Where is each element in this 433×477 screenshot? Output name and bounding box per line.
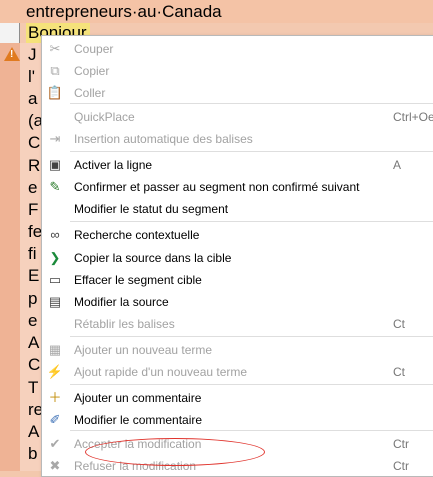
menu-item-shortcut: Ctr [393, 437, 409, 451]
menu-item-modifier-le-commentaire[interactable]: ✐ Modifier le commentaire [42, 409, 433, 431]
add-comment-icon: ＋ [48, 390, 62, 405]
menu-item-label: Modifier le statut du segment [74, 202, 229, 216]
background-text-fragment: l' [28, 67, 36, 86]
background-text-fragment: a [28, 89, 38, 108]
copy-icon: ⧉ [50, 63, 60, 78]
menu-item-shortcut: Ctr [393, 459, 409, 473]
menu-item-label: Ajouter un commentaire [74, 391, 202, 405]
binoculars-icon: ∞ [50, 227, 60, 242]
menu-item-shortcut: Ct [393, 365, 405, 379]
edit-source-icon: ▤ [48, 294, 62, 309]
menu-item-ajout-rapide-d-un-nouveau-terme[interactable]: ⚡ Ajout rapide d'un nouveau terme Ct [42, 361, 433, 383]
edit-comment-icon: ✐ [49, 412, 61, 427]
menu-item-insertion-automatique-des-balises[interactable]: ⇥ Insertion automatique des balises [42, 128, 433, 150]
menu-item-label: Coller [74, 86, 106, 100]
menu-item-copier-la-source-dans-la-cible[interactable]: ❯ Copier la source dans la cible [42, 247, 433, 269]
menu-item-effacer-le-segment-cible[interactable]: ▭ Effacer le segment cible [42, 269, 433, 291]
background-text-fragment: C [28, 133, 41, 152]
accept-change-icon: ✔ [49, 436, 61, 451]
clear-target-icon: ▭ [48, 272, 62, 287]
menu-item-label: Rétablir les balises [74, 317, 175, 331]
background-text-fragment: p [28, 289, 38, 308]
background-text-fragment: J [28, 45, 37, 64]
left-gutter [0, 43, 20, 471]
background-text-fragment: R [28, 156, 41, 175]
context-menu: ✂ Couper ⧉ Copier 📋 Coller QuickPlace Ctrl+Oe ⇥ I… [41, 35, 433, 477]
menu-item-label: Modifier la source [74, 295, 169, 309]
reject-change-icon: ✖ [49, 458, 61, 473]
menu-item-shortcut: Ct [393, 317, 405, 331]
menu-item-coller[interactable]: 📋 Coller [42, 82, 433, 104]
background-text-fragment: e [28, 178, 38, 197]
menu-item-label: Copier la source dans la cible [74, 251, 232, 265]
menu-item-activer-la-ligne[interactable]: ▣ Activer la ligne A [42, 154, 433, 176]
menu-item-recherche-contextuelle[interactable]: ∞ Recherche contextuelle [42, 224, 433, 246]
menu-item-modifier-la-source[interactable]: ▤ Modifier la source [42, 291, 433, 313]
menu-separator [70, 384, 433, 385]
menu-item-shortcut: A [393, 158, 402, 172]
background-text-fragment: fi [28, 244, 37, 263]
paste-icon: 📋 [46, 85, 64, 100]
menu-item-label: QuickPlace [74, 110, 135, 124]
menu-item-quickplace[interactable]: QuickPlace Ctrl+Oe [42, 106, 433, 128]
background-text-fragment: F [28, 200, 39, 219]
copy-source-icon: ❯ [49, 250, 61, 265]
menu-item-copier[interactable]: ⧉ Copier [42, 60, 433, 82]
segment-source-text: entrepreneurs·au·Canada [26, 2, 222, 21]
tag-insert-icon: ⇥ [49, 131, 61, 146]
add-term-icon: ▦ [48, 342, 62, 357]
background-text-fragment: A [28, 333, 40, 352]
background-text-fragment: C [28, 355, 41, 374]
quick-term-icon: ⚡ [46, 364, 64, 379]
background-text-fragment: A [28, 422, 40, 441]
menu-item-label: Ajouter un nouveau terme [74, 343, 213, 357]
menu-item-label: Confirmer et passer au segment non confi… [74, 180, 360, 194]
menu-item-ajouter-un-commentaire[interactable]: ＋ Ajouter un commentaire [42, 387, 433, 409]
menu-item-label: Couper [74, 42, 114, 56]
menu-item-label: Activer la ligne [74, 158, 153, 172]
menu-item-ajouter-un-nouveau-terme[interactable]: ▦ Ajouter un nouveau terme [42, 339, 433, 361]
menu-item-modifier-le-statut-du-segment[interactable]: Modifier le statut du segment [42, 198, 433, 220]
scissors-icon: ✂ [49, 41, 61, 56]
background-text-fragment: T [28, 378, 39, 397]
segment-marker [0, 23, 20, 43]
background-text-fragment: E [28, 266, 40, 285]
menu-item-label: Ajout rapide d'un nouveau terme [74, 365, 248, 379]
menu-item-label: Recherche contextuelle [74, 228, 200, 242]
highlight-oval-annotation [85, 438, 265, 466]
menu-item-shortcut: Ctrl+Oe [393, 110, 433, 124]
menu-separator [70, 151, 433, 152]
menu-separator [70, 336, 433, 337]
background-text-fragment: b [28, 444, 38, 463]
menu-item-confirmer-et-passer-au-segment-non-confirme-suivant[interactable]: ✎ Confirmer et passer au segment non conf… [42, 176, 433, 198]
menu-item-label: Insertion automatique des balises [74, 132, 253, 146]
background-text-fragment: e [28, 311, 38, 330]
segment-row-source: entrepreneurs·au·Canada [0, 0, 433, 23]
menu-item-label: Effacer le segment cible [74, 273, 202, 287]
warning-icon [4, 47, 20, 61]
menu-separator [70, 221, 433, 222]
menu-item-label: Modifier le commentaire [74, 413, 203, 427]
menu-item-retablir-les-balises[interactable]: Rétablir les balises Ct [42, 313, 433, 335]
menu-item-label: Copier [74, 64, 110, 78]
activate-row-icon: ▣ [48, 157, 62, 172]
menu-item-couper[interactable]: ✂ Couper [42, 38, 433, 60]
confirm-next-icon: ✎ [49, 179, 61, 194]
